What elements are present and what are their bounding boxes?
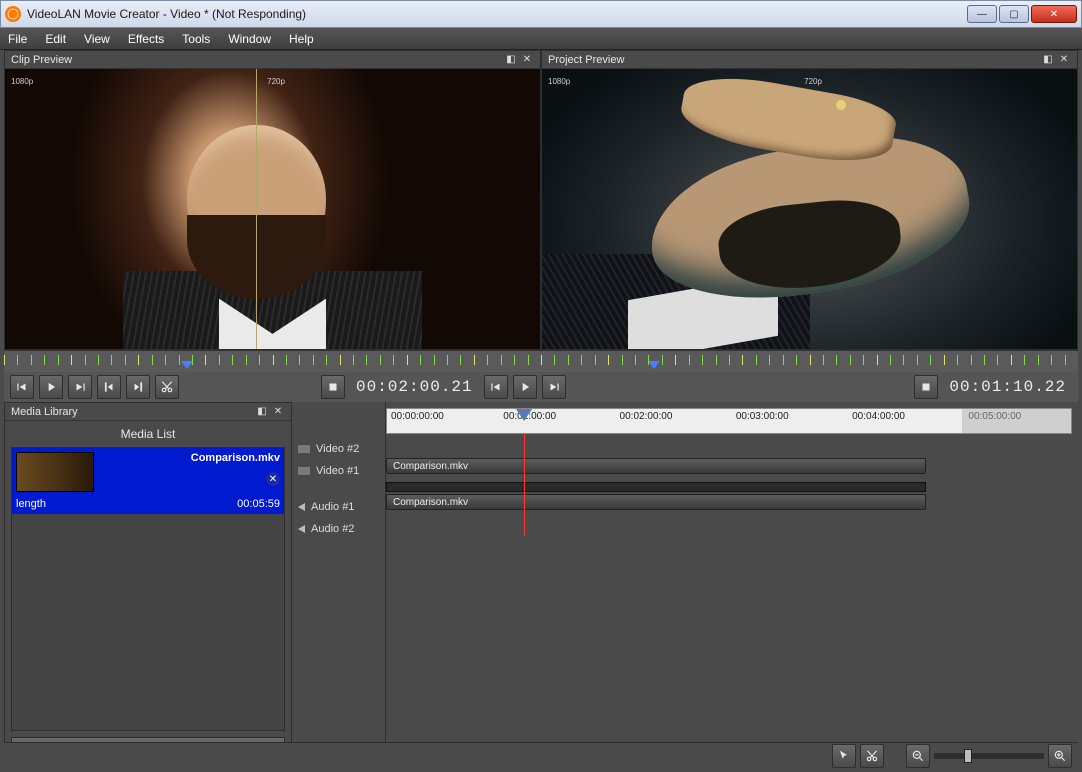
- project-preview-viewport[interactable]: 1080p 720p: [542, 69, 1077, 349]
- track-label-audio1[interactable]: Audio #1: [292, 496, 385, 518]
- project-preview-close-icon[interactable]: ✕: [1057, 53, 1071, 67]
- media-item-remove-icon[interactable]: ✕: [266, 472, 280, 486]
- clip-preview-pane: Clip Preview ◧ ✕ 1080p 720p: [4, 50, 541, 350]
- clip-stop-button[interactable]: [321, 375, 345, 399]
- timeline-clip-video1[interactable]: Comparison.mkv: [386, 458, 926, 474]
- timeline-playhead-line: [524, 434, 525, 536]
- zoom-out-button[interactable]: [906, 744, 930, 768]
- track-label-video1[interactable]: Video #1: [292, 460, 385, 482]
- clip-timecode: 00:02:00.21: [350, 378, 479, 396]
- timeline-playhead-handle[interactable]: [516, 409, 532, 421]
- clip-preview-title: Clip Preview: [11, 54, 72, 66]
- menu-help[interactable]: Help: [289, 32, 314, 46]
- zoom-in-button[interactable]: [1048, 744, 1072, 768]
- track-divider: [386, 478, 1078, 492]
- clip-preview-undock-icon[interactable]: ◧: [504, 53, 518, 67]
- project-preview-title: Project Preview: [548, 54, 624, 66]
- window-close-button[interactable]: ✕: [1031, 5, 1077, 23]
- media-library-title: Media Library: [11, 406, 78, 418]
- track-label-video2[interactable]: Video #2: [292, 438, 385, 460]
- menubar: File Edit View Effects Tools Window Help: [0, 28, 1082, 50]
- window-titlebar: VideoLAN Movie Creator - Video * (Not Re…: [0, 0, 1082, 28]
- project-stop-button[interactable]: [914, 375, 938, 399]
- media-item-filename: Comparison.mkv: [191, 452, 280, 464]
- tool-pointer-button[interactable]: [832, 744, 856, 768]
- track-video2[interactable]: [386, 434, 1078, 456]
- clip-mark-out-button[interactable]: [126, 375, 150, 399]
- project-timecode: 00:01:10.22: [943, 378, 1072, 396]
- clip-skip-back-button[interactable]: [10, 375, 34, 399]
- content-area: Clip Preview ◧ ✕ 1080p 720p Project Prev…: [4, 50, 1078, 768]
- project-play-button[interactable]: [513, 375, 537, 399]
- app-icon: [5, 6, 21, 22]
- window-title: VideoLAN Movie Creator - Video * (Not Re…: [27, 7, 965, 21]
- clip-right-badge: 720p: [267, 77, 285, 86]
- menu-tools[interactable]: Tools: [182, 32, 210, 46]
- project-preview-pane: Project Preview ◧ ✕ 1080p 720p: [541, 50, 1078, 350]
- timeline-label-4: 00:04:00:00: [852, 411, 905, 422]
- timeline[interactable]: 00:00:00:00 00:01:00:00 00:02:00:00 00:0…: [386, 402, 1078, 768]
- project-skip-fwd-button[interactable]: [542, 375, 566, 399]
- media-library-close-icon[interactable]: ✕: [271, 405, 285, 419]
- menu-window[interactable]: Window: [228, 32, 271, 46]
- media-list-label: Media List: [5, 421, 291, 447]
- project-skip-back-button[interactable]: [484, 375, 508, 399]
- window-maximize-button[interactable]: ▢: [999, 5, 1029, 23]
- zoom-slider[interactable]: [934, 753, 1044, 759]
- track-audio2[interactable]: [386, 514, 1078, 536]
- menu-edit[interactable]: Edit: [45, 32, 66, 46]
- track-label-audio2[interactable]: Audio #2: [292, 518, 385, 540]
- clip-skip-fwd-button[interactable]: [68, 375, 92, 399]
- media-item-length-value: 00:05:59: [237, 498, 280, 510]
- media-library-panel: Media Library ◧ ✕ Media List Comparison.…: [4, 402, 292, 768]
- project-preview-undock-icon[interactable]: ◧: [1041, 53, 1055, 67]
- clip-left-badge: 1080p: [11, 77, 33, 86]
- bottom-toolbar: [4, 742, 1078, 768]
- track-video1[interactable]: Comparison.mkv: [386, 456, 1078, 478]
- timeline-tracks: Comparison.mkv Comparison.mkv: [386, 434, 1078, 536]
- transport-toolbar: 00:02:00.21 00:01:10.22: [4, 372, 1078, 402]
- timeline-label-2: 00:02:00:00: [620, 411, 673, 422]
- tool-cut-button[interactable]: [860, 744, 884, 768]
- timeline-ruler[interactable]: 00:00:00:00 00:01:00:00 00:02:00:00 00:0…: [386, 408, 1072, 434]
- timeline-clip-audio1[interactable]: Comparison.mkv: [386, 494, 926, 510]
- timeline-clip-thin[interactable]: [386, 482, 926, 492]
- timeline-label-5: 00:05:00:00: [968, 411, 1021, 422]
- project-left-badge: 1080p: [548, 77, 570, 86]
- project-right-badge: 720p: [804, 77, 822, 86]
- preview-row: Clip Preview ◧ ✕ 1080p 720p Project Prev…: [4, 50, 1078, 350]
- media-item-length-label: length: [16, 498, 46, 510]
- lower-area: Media Library ◧ ✕ Media List Comparison.…: [4, 402, 1078, 768]
- zoom-slider-thumb[interactable]: [964, 749, 972, 763]
- track-labels: Video #2 Video #1 Audio #1 Audio #2: [292, 402, 386, 768]
- clip-preview-viewport[interactable]: 1080p 720p: [5, 69, 540, 349]
- timeline-label-0: 00:00:00:00: [391, 411, 444, 422]
- media-list: Comparison.mkv ✕ length 00:05:59: [11, 447, 285, 731]
- preview-ruler[interactable]: [4, 350, 1078, 372]
- window-minimize-button[interactable]: —: [967, 5, 997, 23]
- project-ruler-marker[interactable]: [648, 361, 660, 369]
- menu-file[interactable]: File: [8, 32, 27, 46]
- media-item-thumbnail: [16, 452, 94, 492]
- menu-effects[interactable]: Effects: [128, 32, 164, 46]
- menu-view[interactable]: View: [84, 32, 110, 46]
- clip-cut-button[interactable]: [155, 375, 179, 399]
- track-audio1[interactable]: Comparison.mkv: [386, 492, 1078, 514]
- clip-play-button[interactable]: [39, 375, 63, 399]
- clip-mark-in-button[interactable]: [97, 375, 121, 399]
- clip-preview-close-icon[interactable]: ✕: [520, 53, 534, 67]
- timeline-label-3: 00:03:00:00: [736, 411, 789, 422]
- media-item[interactable]: Comparison.mkv ✕ length 00:05:59: [12, 448, 284, 514]
- media-library-undock-icon[interactable]: ◧: [255, 405, 269, 419]
